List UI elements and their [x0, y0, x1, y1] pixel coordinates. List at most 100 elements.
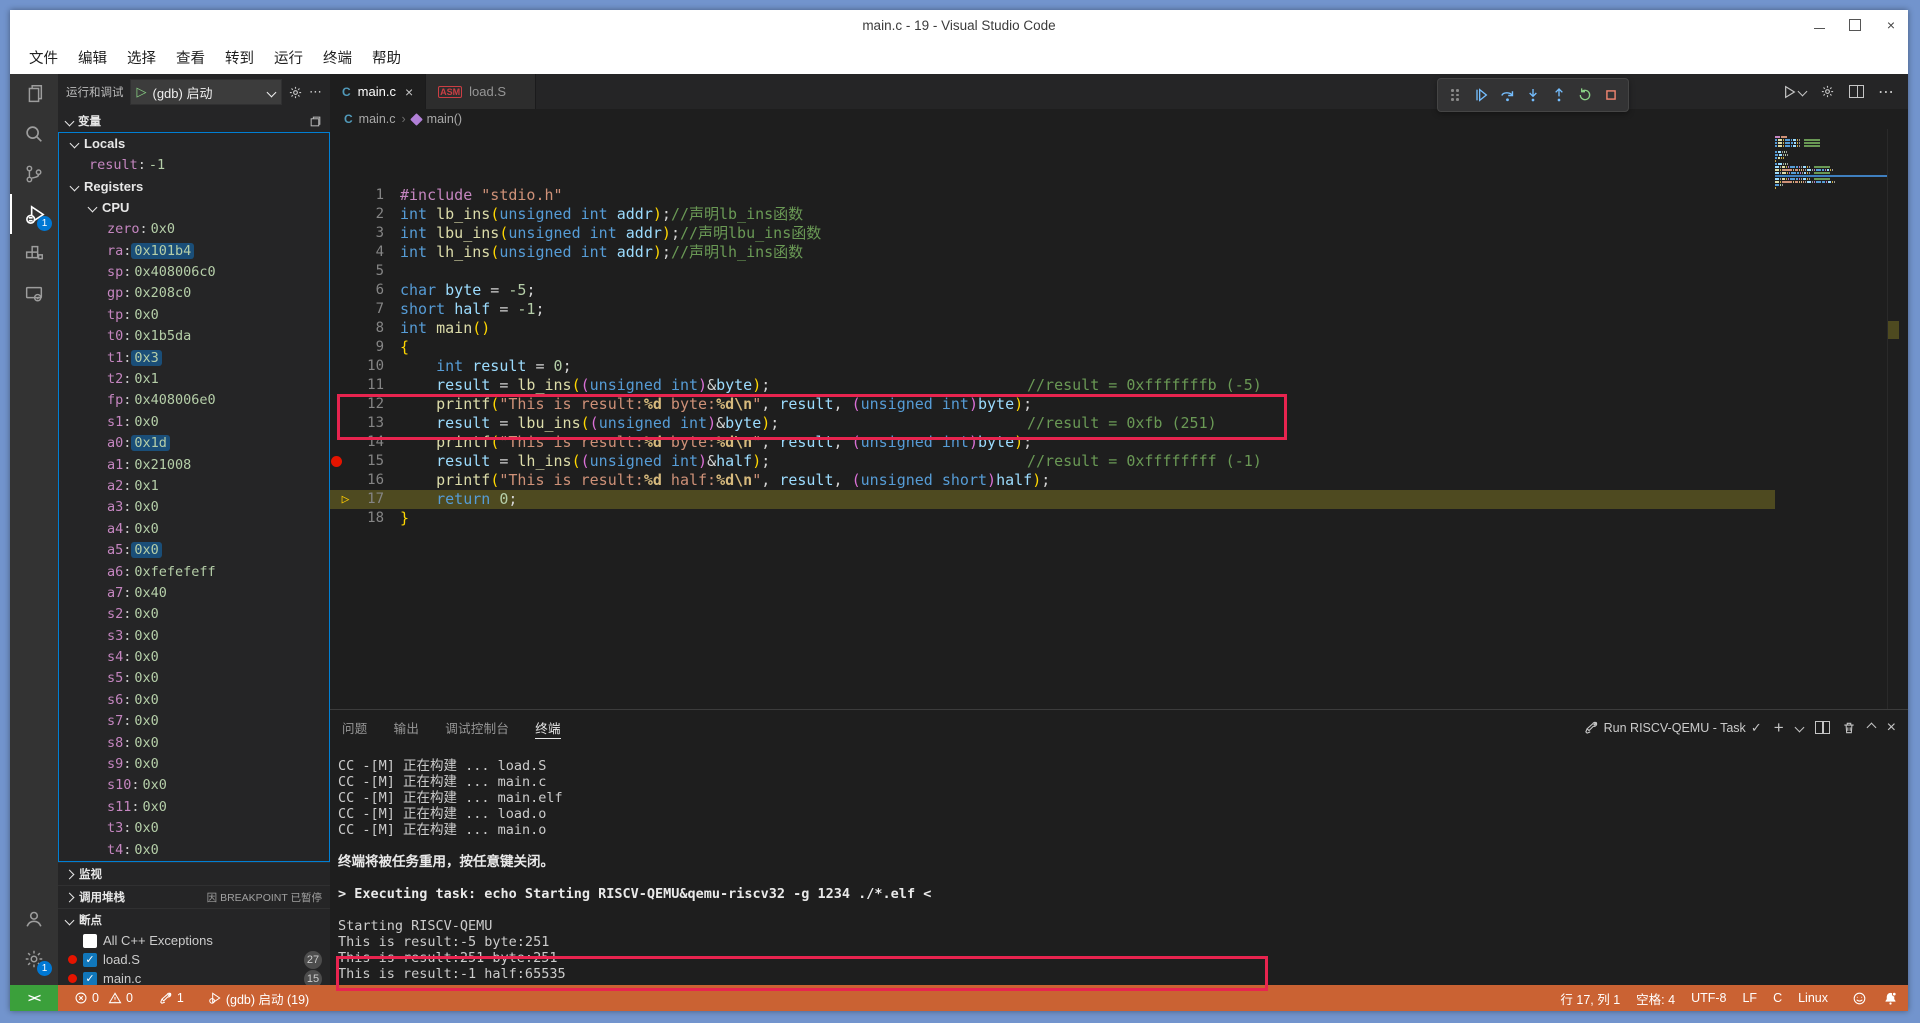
- code-line[interactable]: ▷ 11 result = lb_ins((unsigned int)&byte…: [330, 376, 1775, 395]
- status-item[interactable]: 行 17, 列 1: [1552, 985, 1628, 1011]
- register-row[interactable]: s5: 0x0: [59, 668, 329, 689]
- remote-explorer-icon[interactable]: [10, 274, 58, 314]
- gutter-glyph[interactable]: ▷: [330, 509, 350, 528]
- gutter-glyph[interactable]: ▷: [330, 357, 350, 376]
- register-row[interactable]: s2: 0x0: [59, 604, 329, 625]
- register-row[interactable]: a6: 0xfefefeff: [59, 561, 329, 582]
- maximize-button[interactable]: [1848, 18, 1862, 32]
- register-row[interactable]: tp: 0x0: [59, 304, 329, 325]
- run-debug-icon[interactable]: 1: [10, 194, 58, 234]
- gutter-glyph[interactable]: ▷: [330, 319, 350, 338]
- code-line[interactable]: ▷ 4 int lh_ins(unsigned int addr);//声明lh…: [330, 243, 1775, 262]
- menu-item[interactable]: 转到: [216, 43, 263, 72]
- breakpoint-row[interactable]: All C++ Exceptions: [58, 931, 330, 950]
- register-row[interactable]: zero: 0x0: [59, 219, 329, 240]
- extensions-icon[interactable]: [10, 234, 58, 274]
- gutter-glyph[interactable]: ▷: [330, 262, 350, 281]
- step-into-button[interactable]: [1522, 83, 1544, 107]
- breakpoint-checkbox[interactable]: [83, 934, 97, 948]
- callstack-section-header[interactable]: 调用堆栈 因 BREAKPOINT 已暂停: [58, 885, 330, 908]
- code-line[interactable]: ▷ 5: [330, 262, 1775, 281]
- gutter-glyph[interactable]: ▷: [330, 338, 350, 357]
- watch-section-header[interactable]: 监视: [58, 862, 330, 885]
- gutter-glyph[interactable]: ▷: [330, 452, 350, 471]
- terminal-output[interactable]: CC -[M] 正在构建 ... load.SCC -[M] 正在构建 ... …: [330, 745, 1908, 985]
- debug-settings-gear-icon[interactable]: [288, 85, 303, 100]
- code-line[interactable]: ▷ 13 result = lbu_ins((unsigned int)&byt…: [330, 414, 1775, 433]
- kill-terminal-icon[interactable]: [1842, 721, 1856, 735]
- panel-tab[interactable]: 调试控制台: [445, 710, 509, 745]
- gutter-glyph[interactable]: ▷: [330, 433, 350, 452]
- new-terminal-icon[interactable]: +: [1774, 718, 1784, 738]
- locals-group[interactable]: Locals: [59, 133, 329, 154]
- close-panel-icon[interactable]: ×: [1887, 719, 1896, 737]
- status-item[interactable]: 空格: 4: [1628, 985, 1683, 1011]
- code-line[interactable]: ▷ 17 return 0;: [330, 490, 1775, 509]
- cpu-group[interactable]: CPU: [59, 197, 329, 218]
- register-row[interactable]: t2: 0x1: [59, 368, 329, 389]
- continue-button[interactable]: [1470, 83, 1492, 107]
- code-line[interactable]: ▷ 8 int main(): [330, 319, 1775, 338]
- account-icon[interactable]: [10, 899, 58, 939]
- panel-tab[interactable]: 问题: [342, 710, 368, 745]
- problems-status[interactable]: 0 0: [66, 985, 141, 1011]
- code-line[interactable]: ▷ 16 printf("This is result:%d half:%d\n…: [330, 471, 1775, 490]
- variables-tree[interactable]: Locals result: -1 Registers CPU zero: [58, 132, 330, 862]
- code-line[interactable]: ▷ 15 result = lh_ins((unsigned int)&half…: [330, 452, 1775, 471]
- code-line[interactable]: ▷ 2 int lb_ins(unsigned int addr);//声明lb…: [330, 205, 1775, 224]
- close-tab-icon[interactable]: ×: [405, 84, 413, 100]
- register-row[interactable]: t0: 0x1b5da: [59, 326, 329, 347]
- remote-indicator-icon[interactable]: ><: [10, 985, 58, 1011]
- code-line[interactable]: ▷ 3 int lbu_ins(unsigned int addr);//声明l…: [330, 224, 1775, 243]
- gutter-glyph[interactable]: ▷: [330, 376, 350, 395]
- breakpoint-checkbox[interactable]: ✓: [83, 953, 97, 967]
- status-item[interactable]: UTF-8: [1683, 985, 1734, 1011]
- gutter-glyph[interactable]: ▷: [330, 414, 350, 433]
- gutter-glyph[interactable]: ▷: [330, 243, 350, 262]
- minimap[interactable]: [1775, 129, 1887, 709]
- register-row[interactable]: a2: 0x1: [59, 475, 329, 496]
- status-item[interactable]: LF: [1734, 985, 1765, 1011]
- menu-item[interactable]: 终端: [314, 43, 361, 72]
- debug-session-status[interactable]: (gdb) 启动 (19): [200, 985, 317, 1011]
- local-variable-row[interactable]: result: -1: [59, 154, 329, 175]
- menu-item[interactable]: 运行: [265, 43, 312, 72]
- source-control-icon[interactable]: [10, 154, 58, 194]
- register-row[interactable]: a0: 0x1d: [59, 432, 329, 453]
- code-editor[interactable]: ▷ 1 #include "stdio.h" ▷ 2 int lb_ins(un…: [330, 129, 1908, 709]
- bell-icon[interactable]: [1875, 985, 1908, 1011]
- variables-section-header[interactable]: 变量: [58, 110, 330, 132]
- maximize-panel-icon[interactable]: [1868, 724, 1875, 731]
- editor-tab[interactable]: C main.c ×: [330, 74, 426, 109]
- terminal-dropdown-icon[interactable]: [1796, 724, 1803, 731]
- code-line[interactable]: ▷ 14 printf("This is result:%d byte:%d\n…: [330, 433, 1775, 452]
- gutter-glyph[interactable]: ▷: [330, 281, 350, 300]
- code-line[interactable]: ▷ 6 char byte = -5;: [330, 281, 1775, 300]
- register-row[interactable]: t1: 0x3: [59, 347, 329, 368]
- step-over-button[interactable]: [1496, 83, 1518, 107]
- gutter-glyph[interactable]: ▷: [330, 471, 350, 490]
- step-out-button[interactable]: [1548, 83, 1570, 107]
- register-row[interactable]: s9: 0x0: [59, 753, 329, 774]
- close-button[interactable]: ×: [1884, 18, 1898, 32]
- explorer-icon[interactable]: [10, 74, 58, 114]
- register-row[interactable]: s4: 0x0: [59, 646, 329, 667]
- running-tasks-status[interactable]: 1: [151, 985, 192, 1011]
- restart-button[interactable]: [1574, 83, 1596, 107]
- menu-item[interactable]: 编辑: [69, 43, 116, 72]
- more-actions-icon[interactable]: ⋯: [1878, 82, 1894, 102]
- search-icon[interactable]: [10, 114, 58, 154]
- toolbar-drag-grip[interactable]: [1444, 83, 1466, 107]
- registers-group[interactable]: Registers: [59, 176, 329, 197]
- register-row[interactable]: s10: 0x0: [59, 775, 329, 796]
- gutter-glyph[interactable]: ▷: [330, 205, 350, 224]
- register-row[interactable]: s7: 0x0: [59, 711, 329, 732]
- register-row[interactable]: ra: 0x101b4: [59, 240, 329, 261]
- split-terminal-icon[interactable]: [1815, 721, 1830, 734]
- gutter-glyph[interactable]: ▷: [330, 300, 350, 319]
- task-indicator[interactable]: Run RISCV-QEMU - Task ✓: [1584, 720, 1762, 736]
- gutter-glyph[interactable]: ▷: [330, 224, 350, 243]
- editor-gear-icon[interactable]: [1820, 84, 1835, 99]
- panel-tab[interactable]: 终端: [535, 710, 561, 745]
- panes-icon[interactable]: [309, 115, 322, 128]
